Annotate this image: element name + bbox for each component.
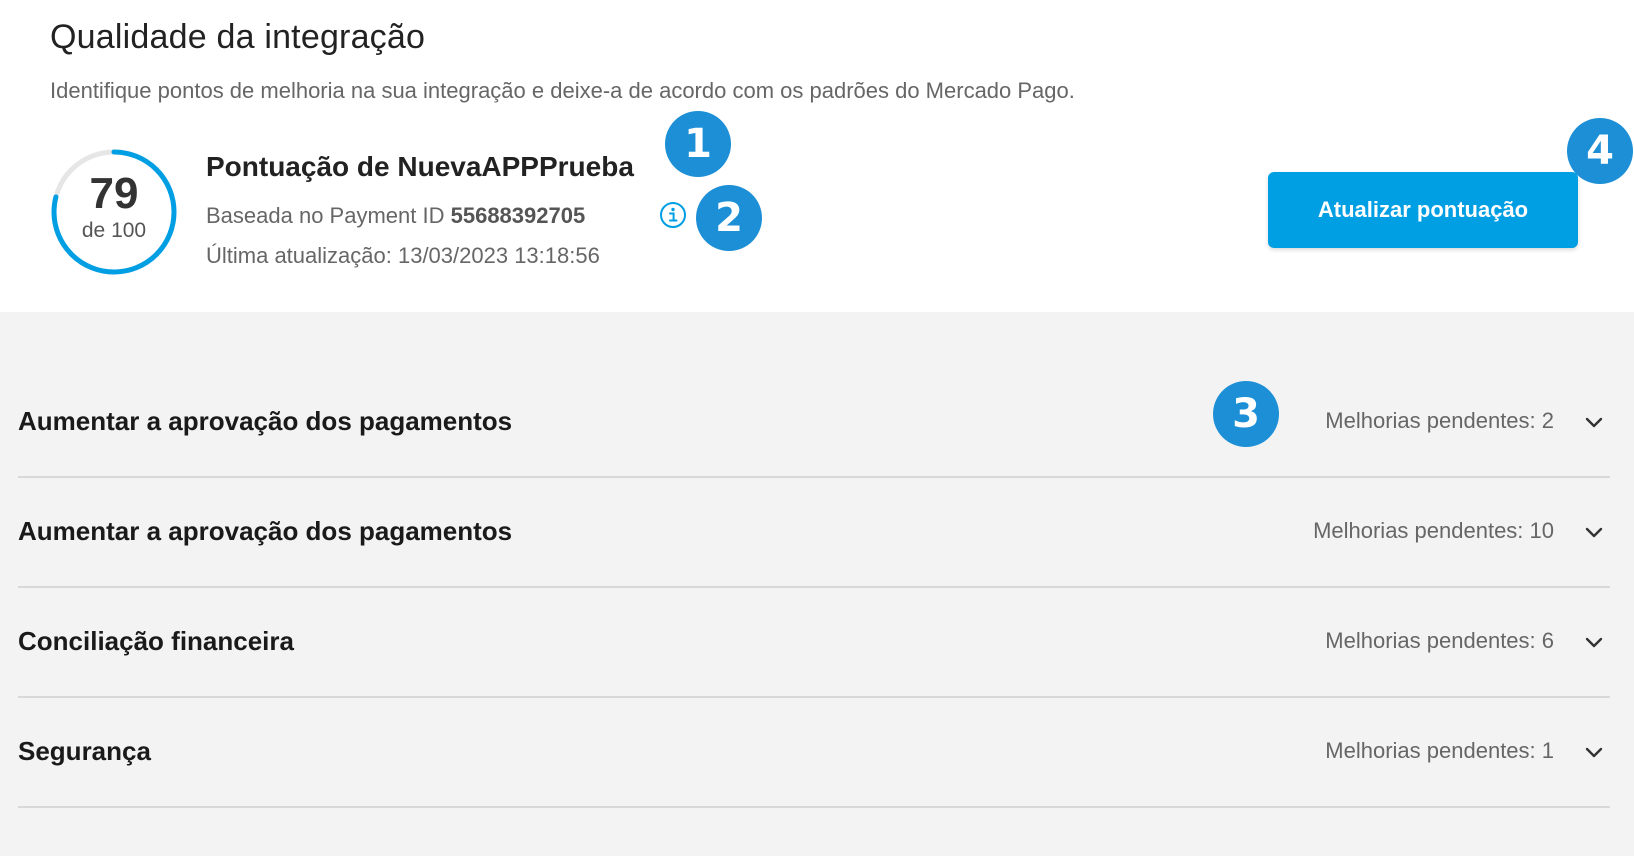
payment-id: 55688392705 bbox=[450, 203, 586, 228]
score-title: Pontuação de NuevaAPPPrueba bbox=[206, 151, 634, 182]
pending-count: Melhorias pendentes: 1 bbox=[1325, 738, 1554, 763]
accordion-row[interactable]: Conciliação financeira Melhorias pendent… bbox=[18, 588, 1610, 698]
chevron-down-icon[interactable] bbox=[1582, 410, 1606, 434]
page-subtitle: Identifique pontos de melhoria na sua in… bbox=[50, 78, 1075, 103]
accordion-row[interactable]: Aumentar a aprovação dos pagamentos Melh… bbox=[18, 478, 1610, 588]
pending-count: Melhorias pendentes: 10 bbox=[1313, 518, 1554, 543]
chevron-down-icon[interactable] bbox=[1582, 520, 1606, 544]
score-value: 79 bbox=[89, 169, 139, 218]
accordion-title: Aumentar a aprovação dos pagamentos bbox=[18, 406, 513, 436]
accordion-row[interactable]: Aumentar a aprovação dos pagamentos Melh… bbox=[18, 368, 1610, 478]
annotation-marker-1: 1 bbox=[665, 111, 731, 177]
accordion-title: Conciliação financeira bbox=[18, 626, 294, 656]
pending-count: Melhorias pendentes: 2 bbox=[1325, 408, 1554, 433]
pending-count: Melhorias pendentes: 6 bbox=[1325, 628, 1554, 653]
improvements-accordion: Aumentar a aprovação dos pagamentos Melh… bbox=[18, 368, 1610, 808]
payment-id-line: Baseada no Payment ID 55688392705 bbox=[206, 203, 585, 229]
info-icon[interactable] bbox=[659, 201, 687, 229]
page-title: Qualidade da integração bbox=[50, 18, 426, 56]
score-max-label: de 100 bbox=[81, 219, 147, 242]
accordion-title: Segurança bbox=[18, 736, 151, 766]
chevron-down-icon[interactable] bbox=[1582, 740, 1606, 764]
accordion-title: Aumentar a aprovação dos pagamentos bbox=[18, 516, 513, 546]
annotation-marker-4: 4 bbox=[1567, 118, 1633, 184]
payment-id-prefix: Baseada no Payment ID bbox=[206, 203, 445, 228]
accordion-row[interactable]: Segurança Melhorias pendentes: 1 bbox=[18, 698, 1610, 808]
chevron-down-icon[interactable] bbox=[1582, 630, 1606, 654]
annotation-marker-2: 2 bbox=[696, 185, 762, 251]
score-panel: Qualidade da integração Identifique pont… bbox=[0, 0, 1634, 312]
last-update: Última atualização: 13/03/2023 13:18:56 bbox=[206, 243, 600, 268]
update-score-button[interactable]: Atualizar pontuação bbox=[1268, 172, 1578, 248]
